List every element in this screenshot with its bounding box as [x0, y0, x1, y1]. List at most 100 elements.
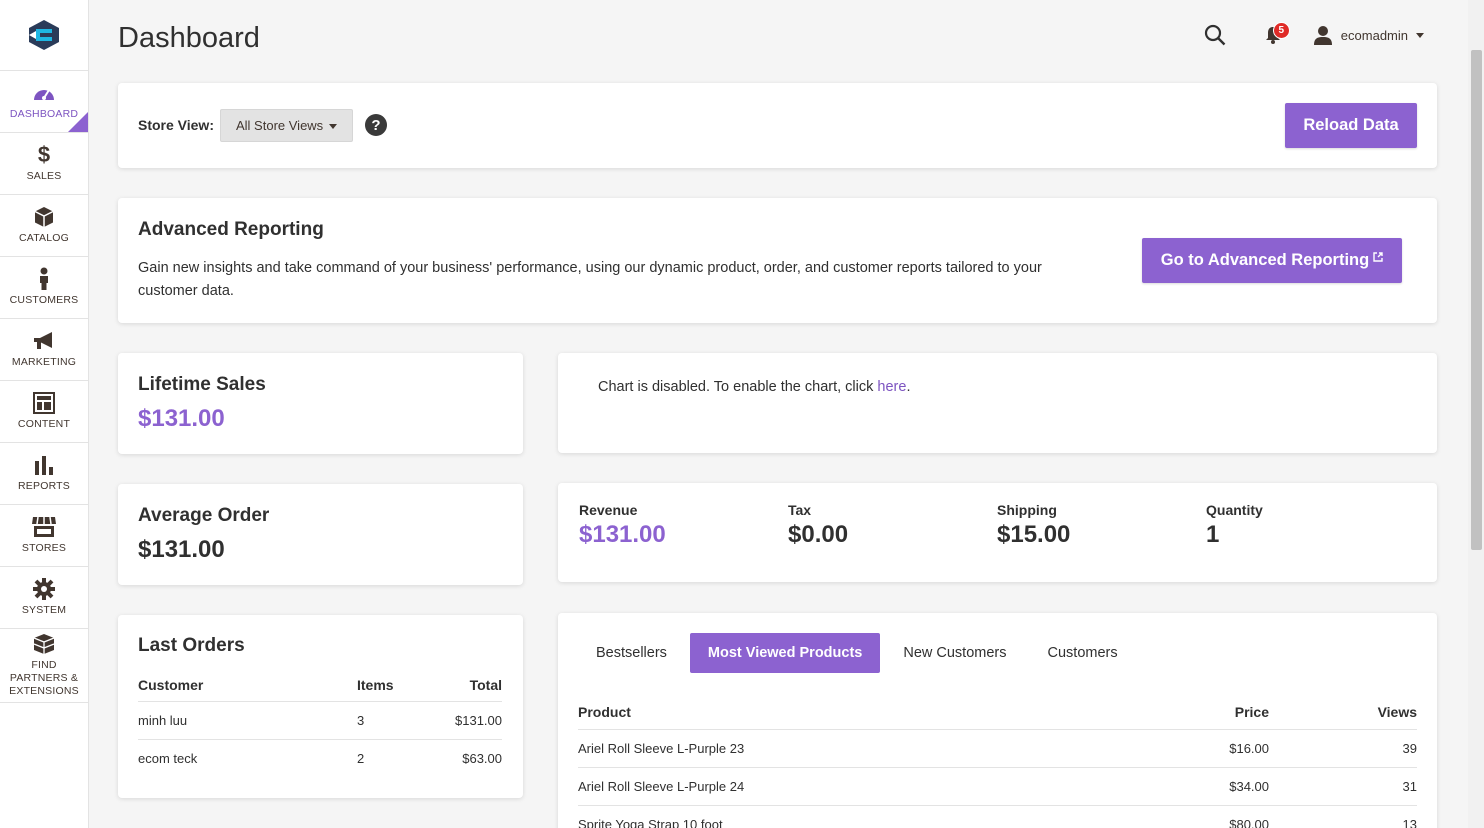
quantity-total: Quantity 1: [1206, 502, 1263, 549]
tab-new-customers[interactable]: New Customers: [885, 633, 1024, 673]
sidebar-item-system[interactable]: SYSTEM: [0, 567, 88, 629]
chevron-down-icon: [1416, 32, 1424, 38]
total-value: 1: [1206, 521, 1220, 548]
page-scrollbar[interactable]: [1468, 0, 1484, 828]
last-orders-panel: Last Orders Customer Items Total minh lu…: [118, 615, 523, 798]
total-label: Quantity: [1206, 502, 1263, 518]
sidebar-item-content[interactable]: CONTENT: [0, 381, 88, 443]
logo-icon: [29, 20, 59, 50]
scrollbar-thumb[interactable]: [1471, 50, 1482, 550]
table-header-row: Product Price Views: [578, 695, 1417, 730]
sidebar-item-label: DASHBOARD: [9, 108, 79, 120]
total-value: $131.00: [579, 521, 666, 548]
person-icon: [38, 267, 50, 290]
help-icon[interactable]: ?: [365, 114, 387, 136]
sidebar-item-label: REPORTS: [18, 480, 70, 492]
sidebar-item-label: MARKETING: [11, 356, 77, 368]
product-name: Ariel Roll Sleeve L-Purple 24: [578, 767, 1149, 806]
product-name: Ariel Roll Sleeve L-Purple 23: [578, 729, 1149, 768]
dollar-icon: $: [37, 142, 51, 167]
table-row[interactable]: ecom teck 2 $63.00: [138, 739, 502, 777]
sidebar-item-label: CONTENT: [17, 418, 71, 430]
chart-message-suffix: .: [906, 379, 911, 395]
shipping-total: Shipping $15.00: [997, 502, 1070, 549]
sidebar-item-label: SYSTEM: [21, 604, 67, 616]
sidebar-item-dashboard[interactable]: DASHBOARD: [0, 71, 88, 133]
tab-bestsellers[interactable]: Bestsellers: [578, 633, 685, 673]
chart-message-text: Chart is disabled. To enable the chart, …: [598, 379, 878, 395]
product-name: Sprite Yoga Strap 10 foot: [578, 805, 1149, 828]
notification-count-badge: 5: [1272, 22, 1290, 39]
product-views: 31: [1269, 767, 1417, 806]
sidebar-item-label: SALES: [26, 170, 62, 182]
total-label: Shipping: [997, 502, 1057, 518]
order-customer: minh luu: [138, 701, 357, 740]
lifetime-sales-value: $131.00: [138, 405, 225, 432]
product-views: 39: [1269, 729, 1417, 768]
sidebar-item-stores[interactable]: STORES: [0, 505, 88, 567]
magento-logo[interactable]: [0, 0, 88, 71]
search-icon: [1204, 24, 1226, 46]
chart-panel: Chart is disabled. To enable the chart, …: [558, 353, 1437, 453]
sidebar-item-label: FIND PARTNERS & EXTENSIONS: [9, 659, 79, 697]
table-row[interactable]: minh luu 3 $131.00: [138, 701, 502, 740]
sidebar-item-marketing[interactable]: MARKETING: [0, 319, 88, 381]
advanced-reporting-panel: Advanced Reporting Gain new insights and…: [118, 198, 1437, 323]
sidebar-item-label: STORES: [21, 542, 67, 554]
order-total: $131.00: [427, 701, 502, 740]
store-view-select[interactable]: All Store Views: [220, 109, 353, 142]
notifications-button[interactable]: 5: [1259, 20, 1290, 50]
admin-sidebar: DASHBOARD $ SALES CATALOG CUSTOMERS MARK…: [0, 0, 89, 828]
average-order-value: $131.00: [138, 536, 225, 563]
column-header-views: Views: [1269, 695, 1417, 730]
header-actions: 5 ecomadmin: [1201, 20, 1424, 50]
totals-panel: Revenue $131.00 Tax $0.00 Shipping $15.0…: [558, 483, 1437, 582]
lifetime-sales-panel: Lifetime Sales $131.00: [118, 353, 523, 454]
advanced-reporting-title: Advanced Reporting: [138, 219, 324, 240]
reload-data-button[interactable]: Reload Data: [1285, 103, 1417, 148]
store-view-panel: Store View: All Store Views ? Reload Dat…: [118, 83, 1437, 168]
search-button[interactable]: [1201, 20, 1229, 50]
user-menu[interactable]: ecomadmin: [1313, 25, 1424, 45]
sidebar-item-partners[interactable]: FIND PARTNERS & EXTENSIONS: [0, 629, 88, 703]
sidebar-item-reports[interactable]: REPORTS: [0, 443, 88, 505]
column-header-product: Product: [578, 695, 1149, 730]
tax-total: Tax $0.00: [788, 502, 848, 549]
store-icon: [31, 516, 57, 538]
button-label: Go to Advanced Reporting: [1160, 251, 1370, 269]
chart-disabled-message: Chart is disabled. To enable the chart, …: [598, 379, 910, 395]
dashboard-icon: [32, 82, 56, 104]
sidebar-item-label: CATALOG: [18, 232, 70, 244]
last-orders-table: Customer Items Total minh luu 3 $131.00 …: [138, 669, 502, 777]
order-items: 3: [357, 701, 427, 740]
lifetime-sales-title: Lifetime Sales: [138, 374, 266, 395]
go-to-advanced-reporting-button[interactable]: Go to Advanced Reporting: [1142, 238, 1402, 283]
table-row[interactable]: Ariel Roll Sleeve L-Purple 23 $16.00 39: [578, 729, 1417, 768]
gear-icon: [33, 578, 55, 600]
store-view-selected: All Store Views: [236, 118, 324, 133]
total-label: Tax: [788, 502, 812, 518]
most-viewed-products-table: Product Price Views Ariel Roll Sleeve L-…: [578, 695, 1417, 828]
column-header-items: Items: [357, 669, 427, 702]
megaphone-icon: [32, 330, 56, 352]
tab-customers[interactable]: Customers: [1030, 633, 1136, 673]
table-row[interactable]: Sprite Yoga Strap 10 foot $80.00 13: [578, 805, 1417, 828]
product-views: 13: [1269, 805, 1417, 828]
external-link-icon: [1373, 251, 1383, 262]
order-total: $63.00: [462, 750, 502, 766]
average-order-panel: Average Order $131.00: [118, 484, 523, 585]
tab-most-viewed-products[interactable]: Most Viewed Products: [689, 633, 881, 673]
sidebar-item-customers[interactable]: CUSTOMERS: [0, 257, 88, 319]
product-price: $80.00: [1149, 805, 1269, 828]
table-row[interactable]: Ariel Roll Sleeve L-Purple 24 $34.00 31: [578, 767, 1417, 806]
table-header-row: Customer Items Total: [138, 669, 502, 702]
box-icon: [34, 206, 54, 228]
enable-chart-link[interactable]: here: [877, 379, 906, 395]
sidebar-item-catalog[interactable]: CATALOG: [0, 195, 88, 257]
layout-icon: [33, 392, 55, 414]
average-order-title: Average Order: [138, 505, 270, 526]
last-orders-title: Last Orders: [138, 635, 245, 656]
revenue-total: Revenue $131.00: [579, 502, 666, 549]
user-icon: [1313, 26, 1332, 45]
sidebar-item-sales[interactable]: $ SALES: [0, 133, 88, 195]
